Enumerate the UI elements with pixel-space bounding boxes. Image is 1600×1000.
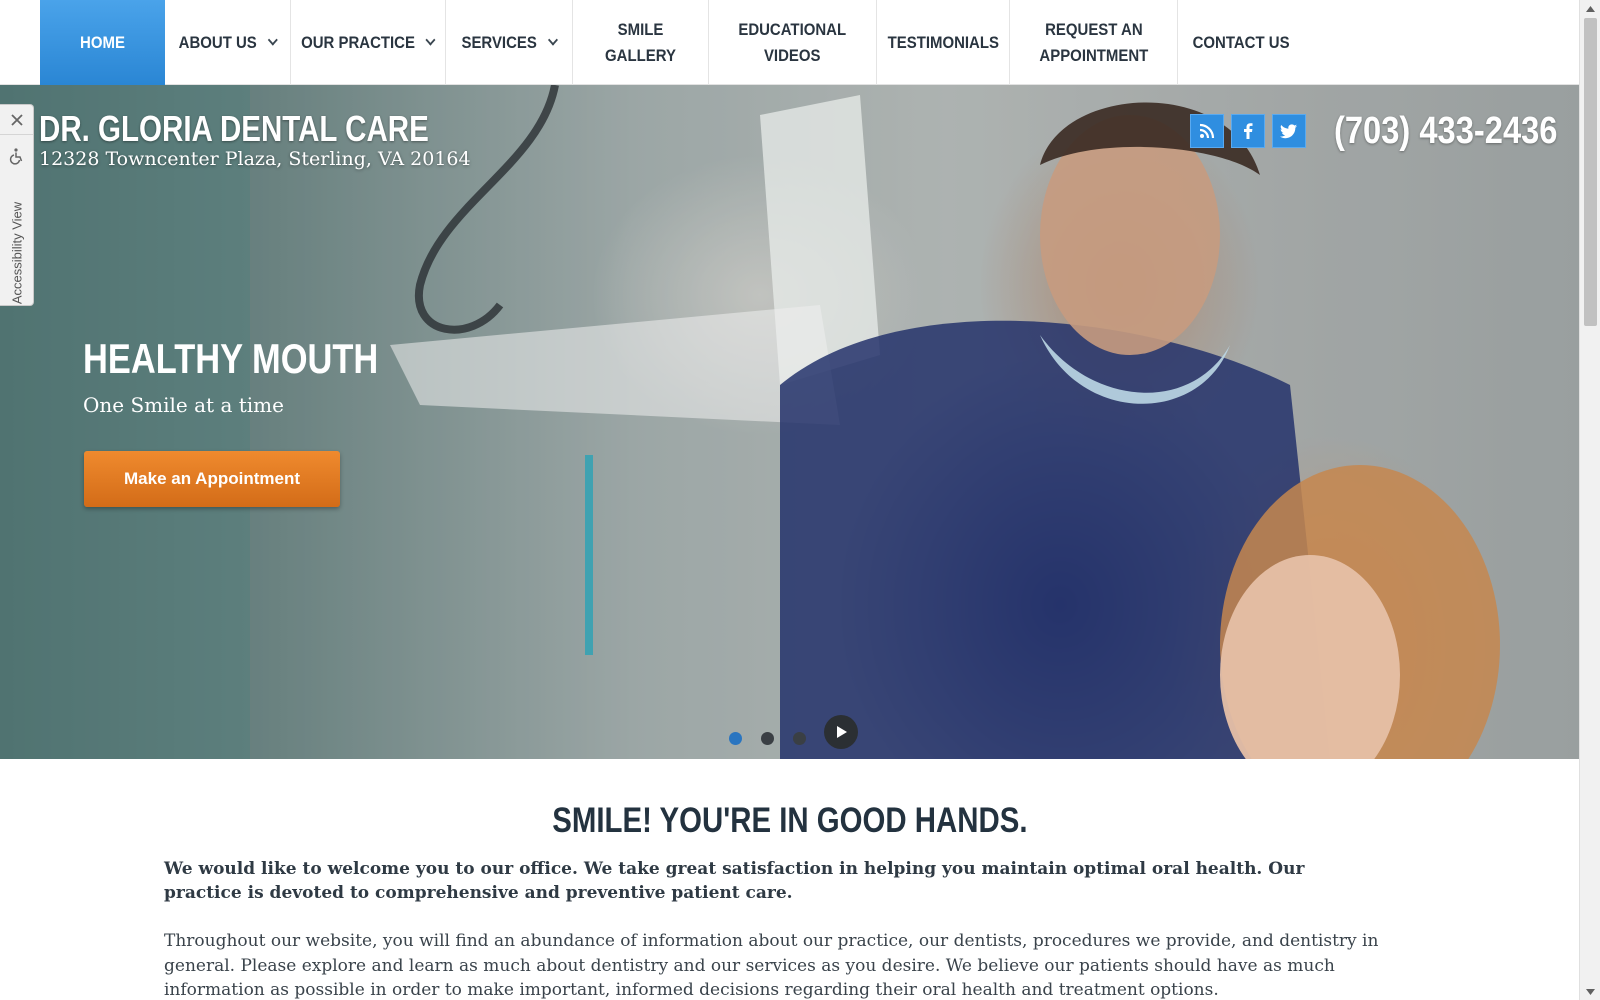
nav-testimonials[interactable]: TESTIMONIALS [877, 0, 1010, 85]
scroll-up-arrow-icon[interactable] [1580, 0, 1600, 17]
nav-about-us-label: ABOUT US [178, 32, 257, 52]
nav-contact-us[interactable]: CONTACT US [1178, 0, 1304, 85]
practice-address: 12328 Towncenter Plaza, Sterling, VA 201… [39, 148, 471, 170]
nav-home-label: HOME [80, 32, 125, 52]
slide-dot-1[interactable] [729, 732, 742, 745]
nav-services[interactable]: SERVICES [446, 0, 573, 85]
welcome-body: Throughout our website, you will find an… [164, 931, 1379, 1000]
nav-request-appointment[interactable]: REQUEST AN APPOINTMENT [1010, 0, 1178, 85]
welcome-title-text: SMILE! YOU'RE IN GOOD HANDS. [551, 801, 1028, 840]
nav-about-us[interactable]: ABOUT US [165, 0, 291, 85]
facebook-icon[interactable] [1231, 114, 1265, 148]
rss-icon[interactable] [1190, 114, 1224, 148]
welcome-intro: We would like to welcome you to our offi… [164, 859, 1305, 903]
nav-our-practice[interactable]: OUR PRACTICE [291, 0, 446, 85]
hero-banner: DR. GLORIA DENTAL CARE 12328 Towncenter … [0, 85, 1579, 759]
hero-subtitle: One Smile at a time [83, 393, 284, 417]
nav-our-practice-label: OUR PRACTICE [301, 32, 416, 52]
chevron-down-icon [547, 34, 558, 46]
nav-services-label: SERVICES [461, 32, 538, 52]
nav-contact-us-label: CONTACT US [1192, 32, 1290, 52]
play-icon [837, 726, 847, 738]
hero-title: HEALTHY MOUTH [83, 335, 379, 382]
accessibility-view-label: Accessibility View [9, 201, 25, 305]
chevron-down-icon [426, 34, 437, 46]
page-scrollbar[interactable] [1579, 0, 1600, 1000]
twitter-icon[interactable] [1272, 114, 1306, 148]
play-button[interactable] [824, 715, 858, 749]
nav-smile-gallery[interactable]: SMILE GALLERY [573, 0, 709, 85]
make-appointment-button[interactable]: Make an Appointment [84, 451, 340, 507]
nav-educational-videos[interactable]: EDUCATIONAL VIDEOS [709, 0, 877, 85]
scrollbar-thumb[interactable] [1584, 18, 1597, 326]
close-icon[interactable] [0, 105, 33, 135]
welcome-title: SMILE! YOU'RE IN GOOD HANDS. [0, 801, 1579, 841]
slide-dot-3[interactable] [793, 732, 806, 745]
accessibility-tab: Accessibility View [0, 104, 34, 306]
slide-dot-2[interactable] [761, 732, 774, 745]
hero-photo [0, 85, 1500, 759]
nav-smile-gallery-label: SMILE GALLERY [605, 19, 676, 65]
nav-request-appointment-label: REQUEST AN APPOINTMENT [1039, 19, 1148, 65]
nav-home[interactable]: HOME [40, 0, 165, 85]
scroll-down-arrow-icon[interactable] [1580, 983, 1600, 1000]
practice-name: DR. GLORIA DENTAL CARE [39, 108, 429, 149]
phone-number[interactable]: (703) 433-2436 [1334, 110, 1557, 153]
welcome-section: SMILE! YOU'RE IN GOOD HANDS. We would li… [0, 759, 1579, 1000]
chevron-down-icon [267, 34, 278, 46]
nav-testimonials-label: TESTIMONIALS [887, 32, 999, 52]
main-nav: HOME ABOUT US OUR PRACTICE SERVICES SMIL… [0, 0, 1579, 85]
nav-educational-videos-label: EDUCATIONAL VIDEOS [738, 19, 847, 65]
wheelchair-icon [9, 148, 23, 165]
accessibility-view-toggle[interactable]: Accessibility View [0, 135, 33, 307]
